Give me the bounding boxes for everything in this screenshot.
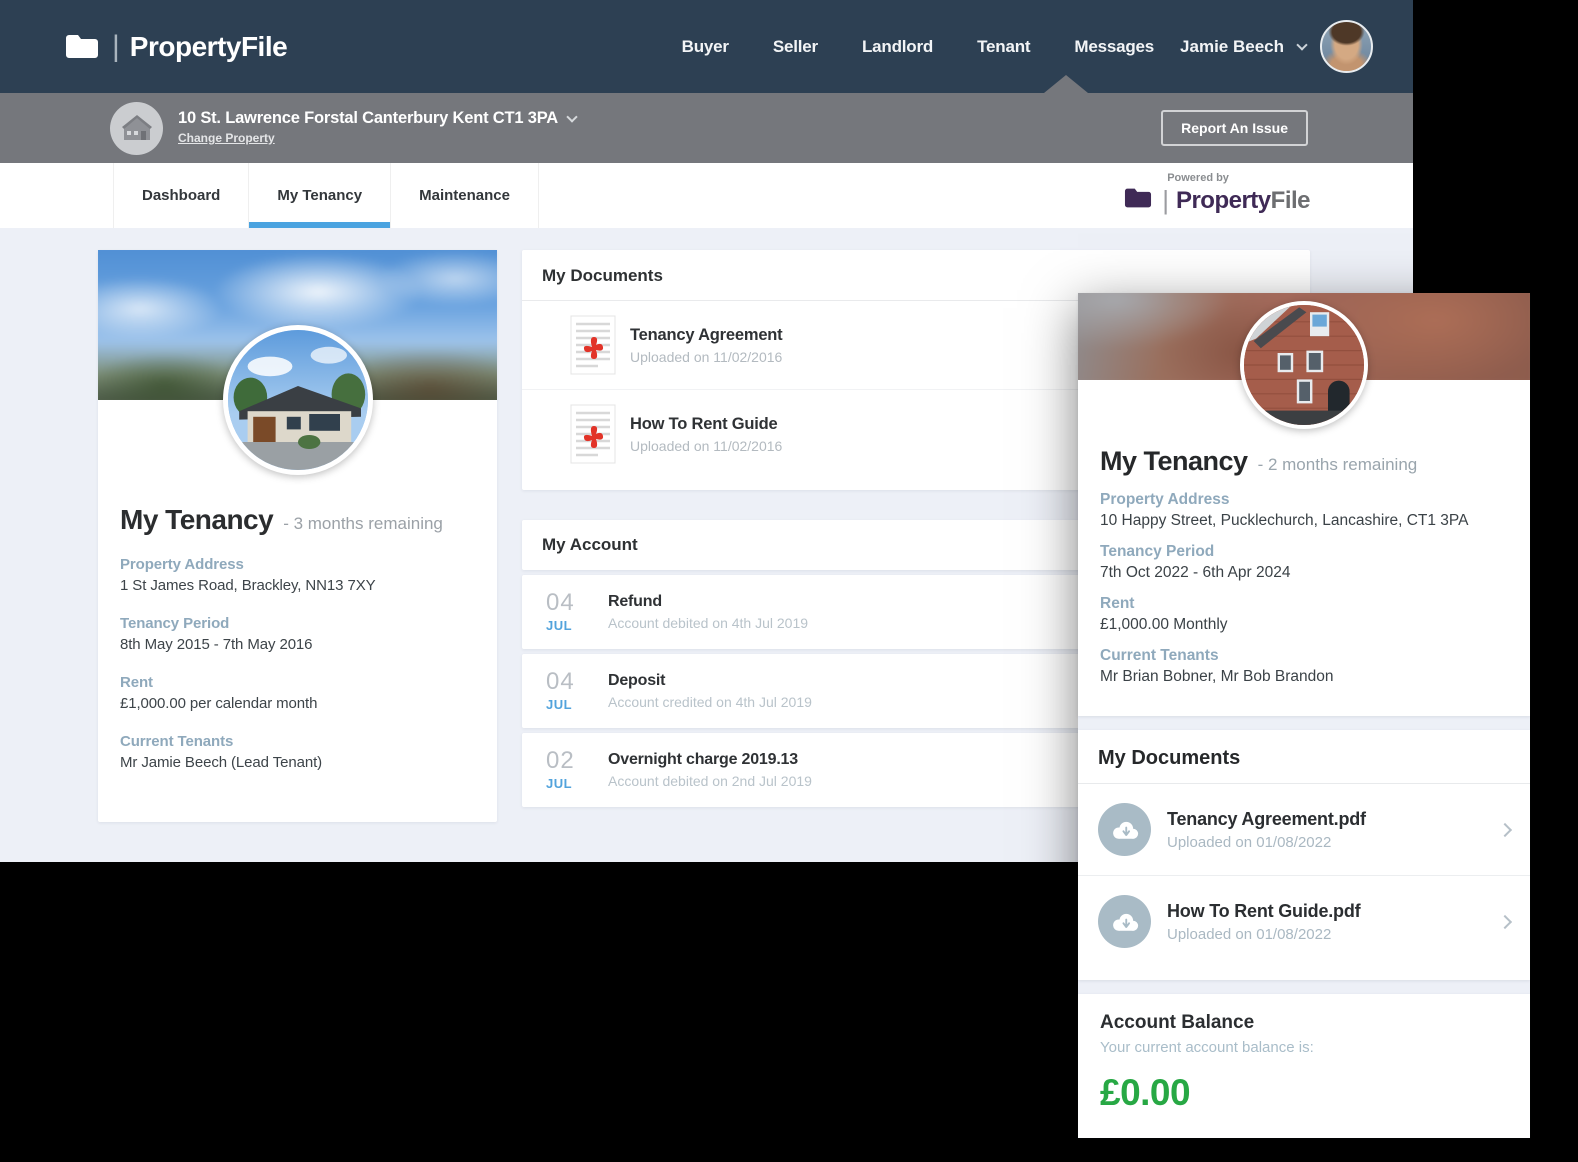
folder-icon	[64, 33, 100, 60]
nav-item-buyer[interactable]: Buyer	[682, 37, 729, 57]
transaction-date: 04 JUL	[546, 670, 594, 712]
pdf-file-icon	[570, 404, 616, 464]
user-menu[interactable]: Jamie Beech	[1180, 20, 1373, 73]
tabs: Dashboard My Tenancy Maintenance	[113, 163, 539, 228]
overlay-documents-card: My Documents Tenancy Agreement.pdf Uploa…	[1078, 730, 1530, 980]
property-info: 10 St. Lawrence Forstal Canterbury Kent …	[178, 109, 576, 147]
powered-by-label: Powered by	[1167, 172, 1310, 184]
user-avatar[interactable]	[1320, 20, 1373, 73]
cloud-download-icon	[1098, 803, 1151, 856]
nav-item-landlord[interactable]: Landlord	[862, 37, 933, 57]
overlay-tenancy-card: My Tenancy - 2 months remaining Property…	[1078, 293, 1530, 716]
field-property-address: Property Address 10 Happy Street, Puckle…	[1100, 491, 1508, 530]
tenancy-remaining: - 2 months remaining	[1258, 455, 1418, 475]
tenancy-title: My Tenancy	[1100, 446, 1248, 477]
transaction-date: 02 JUL	[546, 749, 594, 791]
field-tenancy-period: Tenancy Period 8th May 2015 - 7th May 20…	[120, 615, 475, 653]
transaction-name: Refund	[608, 593, 808, 611]
main-nav: Buyer Seller Landlord Tenant Messages	[682, 37, 1154, 57]
brand-logo[interactable]: | PropertyFile	[64, 30, 287, 64]
document-name: How To Rent Guide	[630, 415, 782, 434]
document-row[interactable]: Tenancy Agreement.pdf Uploaded on 01/08/…	[1078, 784, 1530, 875]
stage: | PropertyFile Buyer Seller Landlord Ten…	[0, 0, 1578, 1162]
field-current-tenants: Current Tenants Mr Brian Bobner, Mr Bob …	[1100, 647, 1508, 686]
chevron-right-icon	[1498, 822, 1512, 836]
tab-dashboard[interactable]: Dashboard	[113, 163, 248, 228]
transaction-name: Deposit	[608, 672, 812, 690]
document-meta: Uploaded on 11/02/2016	[630, 349, 782, 365]
user-name: Jamie Beech	[1180, 37, 1284, 57]
document-row[interactable]: How To Rent Guide.pdf Uploaded on 01/08/…	[1078, 875, 1530, 967]
property-avatar	[110, 102, 163, 155]
nav-item-tenant[interactable]: Tenant	[977, 37, 1030, 57]
field-property-address: Property Address 1 St James Road, Brackl…	[120, 556, 475, 594]
chevron-right-icon	[1498, 914, 1512, 928]
field-rent: Rent £1,000.00 Monthly	[1100, 595, 1508, 634]
tab-my-tenancy[interactable]: My Tenancy	[248, 163, 390, 228]
brand-divider: |	[112, 30, 120, 64]
chevron-down-icon	[566, 111, 577, 122]
document-meta: Uploaded on 11/02/2016	[630, 438, 782, 454]
mobile-overlay-panel: My Tenancy - 2 months remaining Property…	[1078, 293, 1530, 1138]
account-balance-card: Account Balance Your current account bal…	[1078, 994, 1530, 1138]
transaction-date: 04 JUL	[546, 591, 594, 633]
balance-subtitle: Your current account balance is:	[1100, 1039, 1508, 1056]
document-name: How To Rent Guide.pdf	[1167, 901, 1360, 922]
pdf-file-icon	[570, 315, 616, 375]
transaction-meta: Account debited on 4th Jul 2019	[608, 615, 808, 631]
property-address-dropdown[interactable]: 10 St. Lawrence Forstal Canterbury Kent …	[178, 109, 576, 128]
field-current-tenants: Current Tenants Mr Jamie Beech (Lead Ten…	[120, 733, 475, 771]
tab-maintenance[interactable]: Maintenance	[390, 163, 539, 228]
brand-name: PropertyFile	[130, 31, 287, 63]
document-name: Tenancy Agreement.pdf	[1167, 809, 1366, 830]
document-name: Tenancy Agreement	[630, 326, 782, 345]
documents-card-title: My Documents	[1078, 730, 1530, 784]
property-photo	[1240, 301, 1368, 429]
field-tenancy-period: Tenancy Period 7th Oct 2022 - 6th Apr 20…	[1100, 543, 1508, 582]
balance-amount: £0.00	[1100, 1072, 1508, 1114]
chevron-down-icon	[1296, 39, 1307, 50]
change-property-link[interactable]: Change Property	[178, 131, 275, 145]
tenancy-profile-card: My Tenancy - 3 months remaining Property…	[98, 250, 497, 822]
nav-item-seller[interactable]: Seller	[773, 37, 818, 57]
property-address-text: 10 St. Lawrence Forstal Canterbury Kent …	[178, 109, 558, 128]
cloud-download-icon	[1098, 895, 1151, 948]
house-icon	[120, 111, 154, 145]
pointer-triangle	[1044, 75, 1088, 93]
folder-icon	[1123, 187, 1153, 214]
brand-divider: |	[1162, 185, 1169, 216]
balance-title: Account Balance	[1100, 1012, 1508, 1034]
powered-by-logo: Powered by | PropertyFile	[1123, 172, 1310, 216]
field-rent: Rent £1,000.00 per calendar month	[120, 674, 475, 712]
document-meta: Uploaded on 01/08/2022	[1167, 834, 1366, 851]
document-meta: Uploaded on 01/08/2022	[1167, 926, 1360, 943]
transaction-name: Overnight charge 2019.13	[608, 751, 812, 769]
property-bar: 10 St. Lawrence Forstal Canterbury Kent …	[0, 93, 1413, 163]
top-navbar: | PropertyFile Buyer Seller Landlord Ten…	[0, 0, 1413, 93]
transaction-meta: Account debited on 2nd Jul 2019	[608, 773, 812, 789]
property-photo	[223, 325, 373, 475]
report-issue-button[interactable]: Report An Issue	[1161, 110, 1308, 146]
transaction-meta: Account credited on 4th Jul 2019	[608, 694, 812, 710]
nav-item-messages[interactable]: Messages	[1074, 37, 1154, 57]
tenancy-remaining: - 3 months remaining	[283, 514, 443, 534]
tab-bar: Dashboard My Tenancy Maintenance Powered…	[0, 163, 1413, 228]
tenancy-title: My Tenancy	[120, 504, 273, 536]
powered-brand-name: PropertyFile	[1176, 187, 1310, 215]
